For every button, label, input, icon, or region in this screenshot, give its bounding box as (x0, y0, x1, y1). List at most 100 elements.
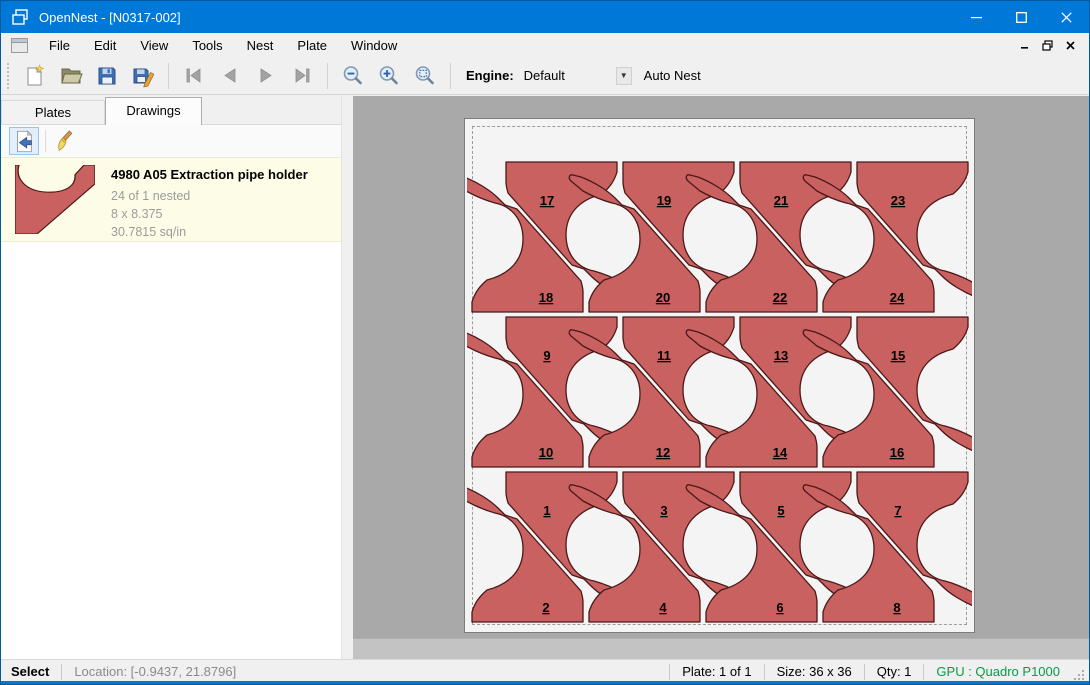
part-title: 4980 A05 Extraction pipe holder (111, 167, 308, 182)
save-as-icon (131, 64, 155, 88)
status-qty: Qty: 1 (877, 664, 912, 679)
open-button[interactable] (53, 60, 89, 92)
minimize-icon (971, 12, 982, 23)
tab-plates[interactable]: Plates (1, 100, 105, 124)
go-next-button[interactable] (248, 60, 284, 92)
content-area: Plates Drawings (1, 96, 1089, 659)
new-button[interactable] (17, 60, 53, 92)
engine-value: Default (520, 68, 616, 83)
save-button[interactable] (89, 60, 125, 92)
save-as-button[interactable] (125, 60, 161, 92)
resize-grip[interactable] (1072, 668, 1086, 682)
title-bar: OpenNest - [N0317-002] (1, 1, 1089, 33)
part-number: 13 (774, 348, 788, 363)
menu-tools[interactable]: Tools (180, 35, 234, 56)
mdi-minimize-icon (1020, 40, 1030, 50)
status-bar: Select Location: [-0.9437, 21.8796] Plat… (1, 659, 1089, 683)
menu-nest[interactable]: Nest (235, 35, 286, 56)
main-toolbar: Engine: Default ▼ Auto Nest (1, 57, 1089, 95)
toolbar-grip[interactable] (6, 63, 11, 89)
menu-plate[interactable]: Plate (285, 35, 339, 56)
nest-pair[interactable]: 78 (799, 472, 972, 627)
return-to-plate-button[interactable] (9, 127, 39, 155)
part-number: 3 (660, 503, 667, 518)
horizontal-scrollbar[interactable] (353, 638, 1089, 659)
go-previous-icon (218, 64, 242, 88)
minimize-button[interactable] (954, 1, 999, 33)
new-document-icon (23, 64, 47, 88)
mdi-document-icon[interactable] (11, 38, 28, 53)
zoom-fit-icon (413, 64, 437, 88)
save-icon (95, 64, 119, 88)
toolbar-separator (168, 63, 169, 89)
nest-pair[interactable]: 23 24 (799, 162, 972, 317)
zoom-out-icon (341, 64, 365, 88)
menu-items: FileEditViewToolsNestPlateWindow (37, 35, 409, 56)
menu-window[interactable]: Window (339, 35, 409, 56)
go-last-button[interactable] (284, 60, 320, 92)
go-first-button[interactable] (176, 60, 212, 92)
part-number: 17 (540, 193, 554, 208)
part-number: 1 (543, 503, 550, 518)
zoom-out-button[interactable] (335, 60, 371, 92)
clear-button[interactable] (52, 127, 82, 155)
menu-edit[interactable]: Edit (82, 35, 128, 56)
panel-tabstrip: Plates Drawings (1, 96, 341, 125)
plate: 171819202122232491011121314151612345678 (464, 118, 975, 633)
part-number: 23 (891, 193, 905, 208)
part-number: 24 (890, 290, 905, 305)
close-icon (1061, 12, 1072, 23)
toolbar-separator (327, 63, 328, 89)
part-number: 10 (539, 445, 553, 460)
window-bottom-border (1, 681, 1089, 684)
part-number: 19 (657, 193, 671, 208)
part-number: 20 (656, 290, 670, 305)
part-number: 14 (773, 445, 788, 460)
document-back-arrow-icon (12, 129, 36, 154)
part-number: 4 (659, 600, 667, 615)
mdi-close-button[interactable] (1060, 36, 1081, 54)
go-last-icon (290, 64, 314, 88)
part-nested-count: 24 of 1 nested (111, 187, 308, 205)
broom-icon (55, 129, 79, 154)
status-separator (61, 664, 62, 680)
go-next-icon (254, 64, 278, 88)
mdi-minimize-button[interactable] (1014, 36, 1035, 54)
part-area: 30.7815 sq/in (111, 223, 308, 241)
chevron-down-icon[interactable]: ▼ (616, 67, 632, 85)
menu-file[interactable]: File (37, 35, 82, 56)
status-separator (764, 664, 765, 680)
drawings-toolbar (1, 125, 341, 157)
part-number: 15 (891, 348, 905, 363)
part-number: 8 (893, 600, 900, 615)
opennest-window: { "window": { "title": "OpenNest - [N031… (0, 0, 1090, 685)
maximize-button[interactable] (999, 1, 1044, 33)
tab-drawings[interactable]: Drawings (105, 97, 202, 125)
part-number: 12 (656, 445, 670, 460)
part-number: 21 (774, 193, 788, 208)
toolbar-separator (450, 63, 451, 89)
drawings-list-empty-area (1, 242, 341, 659)
auto-nest-button[interactable]: Auto Nest (644, 68, 701, 83)
engine-combobox[interactable]: Default ▼ (520, 65, 632, 87)
panel-splitter[interactable] (342, 96, 353, 659)
part-number: 7 (894, 503, 901, 518)
part-number: 16 (890, 445, 904, 460)
engine-label: Engine: (466, 68, 514, 83)
status-gpu: GPU : Quadro P1000 (936, 664, 1060, 679)
go-first-icon (182, 64, 206, 88)
open-folder-icon (59, 64, 83, 88)
nested-parts-layer: 171819202122232491011121314151612345678 (467, 121, 972, 630)
nest-pair[interactable]: 1516 (799, 317, 972, 472)
close-button[interactable] (1044, 1, 1089, 33)
part-thumbnail (15, 165, 95, 234)
toolbar-separator (45, 130, 46, 152)
mdi-restore-button[interactable] (1037, 36, 1058, 54)
go-previous-button[interactable] (212, 60, 248, 92)
zoom-fit-button[interactable] (407, 60, 443, 92)
drawings-panel: Plates Drawings (1, 96, 342, 659)
zoom-in-button[interactable] (371, 60, 407, 92)
menu-view[interactable]: View (128, 35, 180, 56)
drawing-list-item[interactable]: 4980 A05 Extraction pipe holder 24 of 1 … (1, 157, 341, 242)
nest-canvas[interactable]: 171819202122232491011121314151612345678 (353, 96, 1089, 659)
